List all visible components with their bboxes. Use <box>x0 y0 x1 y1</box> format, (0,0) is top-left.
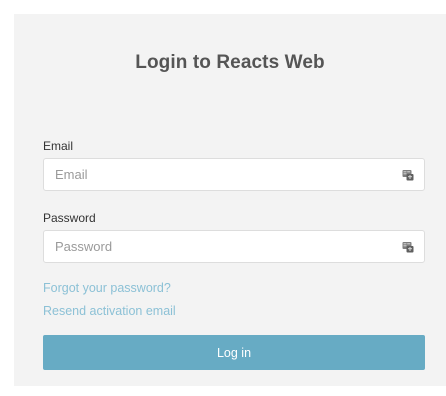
password-field[interactable] <box>44 231 424 262</box>
email-field[interactable] <box>44 159 424 190</box>
login-button[interactable]: Log in <box>43 335 425 370</box>
email-field-container <box>43 158 425 191</box>
password-field-container <box>43 230 425 263</box>
login-panel: Login to Reacts Web Email Password Forgo… <box>14 14 446 386</box>
page-title: Login to Reacts Web <box>135 52 325 73</box>
email-label: Email <box>43 139 74 153</box>
forgot-password-link[interactable]: Forgot your password? <box>43 281 171 295</box>
autofill-card-icon[interactable] <box>402 241 414 253</box>
autofill-card-icon[interactable] <box>402 169 414 181</box>
password-label: Password <box>43 211 96 225</box>
resend-activation-link[interactable]: Resend activation email <box>43 304 176 318</box>
